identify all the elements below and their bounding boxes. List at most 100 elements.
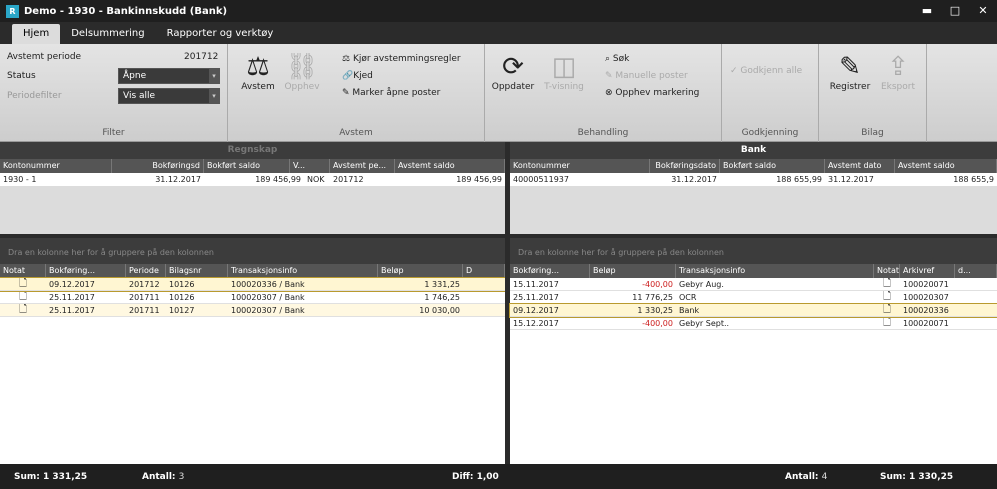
column-header[interactable]: Bokføringsd — [112, 159, 204, 173]
document-icon[interactable]: 🗋 — [874, 278, 900, 290]
ribbon: Avstemt periode 201712 Status Åpne ▾ Peri… — [0, 44, 997, 142]
cell: 100020307 — [903, 293, 949, 302]
table-row[interactable]: 15.12.2017 -400,00 Gebyr Sept.. 🗋 100020… — [510, 317, 997, 330]
regnskap-header: Kontonummer Bokføringsd Bokført saldo V.… — [0, 159, 505, 173]
column-header[interactable]: Bokføring... — [46, 264, 126, 278]
check-circle-icon: ✓ — [730, 66, 741, 76]
eksport-button[interactable]: ⇪ Eksport — [877, 52, 919, 92]
scale-icon: ⚖ — [342, 54, 353, 64]
regnskap-trans-header: Notat Bokføring... Periode Bilagsnr Tran… — [0, 264, 505, 278]
column-header[interactable]: V... — [290, 159, 330, 173]
regnskap-title: Regnskap — [0, 142, 505, 159]
close-icon[interactable]: ✕ — [969, 0, 997, 22]
cell: 100020071 — [903, 319, 949, 328]
pencil-icon: ✎ — [605, 71, 616, 81]
periodefilter-select[interactable]: Vis alle ▾ — [118, 88, 220, 104]
diff-label: Diff: — [452, 472, 474, 482]
avstem-group: ⚖ Avstem ⛓ Opphev ⚖ Kjør avstemmingsregler… — [228, 44, 485, 142]
column-header[interactable]: Beløp — [378, 264, 463, 278]
link-icon: 🔗 — [342, 71, 354, 81]
column-header[interactable]: Avstemt saldo — [895, 159, 997, 173]
document-icon[interactable]: 🗋 — [0, 278, 46, 290]
minimize-icon[interactable]: ▬ — [913, 0, 941, 22]
sum-right-value: 1 330,25 — [909, 472, 954, 482]
table-row[interactable]: 09.12.2017 1 330,25 Bank 🗋 100020336 — [509, 303, 997, 318]
godkjenn-alle-button[interactable]: ✓ Godkjenn alle — [730, 66, 802, 76]
app-icon: R — [6, 4, 19, 18]
column-header[interactable]: Periode — [126, 264, 166, 278]
table-row[interactable]: 1930 - 1 31.12.2017 189 456,99 NOK 20171… — [0, 173, 505, 186]
column-header[interactable]: Arkivref — [900, 264, 955, 278]
marker-apne-poster-button[interactable]: ✎ Marker åpne poster — [342, 88, 440, 98]
cell: 1 330,25 — [637, 306, 673, 315]
table-row[interactable]: 40000511937 31.12.2017 188 655,99 31.12.… — [510, 173, 997, 186]
column-header[interactable]: Bokført saldo — [204, 159, 290, 173]
opphev-markering-button[interactable]: ⊗ Opphev markering — [605, 88, 699, 98]
document-icon[interactable]: 🗋 — [874, 291, 900, 303]
column-header[interactable]: Notat — [874, 264, 900, 278]
sum-right: Sum: 1 330,25 — [880, 472, 953, 482]
column-header[interactable]: d... — [955, 264, 997, 278]
window-title: Demo - 1930 - Bankinnskudd (Bank) — [24, 5, 228, 17]
kjed-button[interactable]: 🔗Kjed — [342, 71, 373, 81]
tab-hjem[interactable]: Hjem — [12, 24, 61, 44]
table-row[interactable]: 15.11.2017 -400,00 Gebyr Aug. 🗋 10002007… — [510, 278, 997, 291]
document-icon[interactable]: 🗋 — [0, 304, 46, 316]
document-icon[interactable]: 🗋 — [874, 317, 900, 329]
manuelle-poster-button[interactable]: ✎ Manuelle poster — [605, 71, 688, 81]
column-header[interactable]: Avstemt pe... — [330, 159, 395, 173]
opphev-button[interactable]: ⛓ Opphev — [282, 52, 322, 92]
antall-left-label: Antall: — [142, 472, 176, 482]
group-by-area[interactable]: Dra en kolonne her for å gruppere på den… — [510, 238, 997, 264]
oppdater-button[interactable]: ⟳ Oppdater — [491, 52, 535, 92]
manuelle-label: Manuelle poster — [615, 71, 688, 81]
maximize-icon[interactable]: □ — [941, 0, 969, 22]
sok-button[interactable]: ⌕ Søk — [605, 54, 629, 64]
column-header[interactable]: Beløp — [590, 264, 676, 278]
avstemt-periode-value: 201712 — [184, 52, 219, 62]
column-header[interactable]: Bokført saldo — [720, 159, 825, 173]
title-bar: R Demo - 1930 - Bankinnskudd (Bank) ▬ □ … — [0, 0, 997, 22]
column-header[interactable]: Avstemt dato — [825, 159, 895, 173]
document-icon[interactable]: 🗋 — [0, 291, 46, 303]
sum-left: Sum: 1 331,25 — [14, 472, 87, 482]
column-header[interactable]: D — [463, 264, 505, 278]
column-header[interactable]: Avstemt saldo — [395, 159, 505, 173]
table-row[interactable]: 🗋 25.11.2017 201711 10126 100020307 / Ba… — [0, 291, 505, 304]
filter-group-label: Filter — [102, 128, 125, 138]
tab-rapporter[interactable]: Rapporter og verktøy — [156, 24, 285, 44]
tab-delsummering[interactable]: Delsummering — [60, 24, 155, 44]
column-header[interactable]: Bilagsnr — [166, 264, 228, 278]
eksport-label: Eksport — [880, 82, 916, 92]
cell: 201711 — [129, 306, 160, 315]
kjor-avstemmingsregler-button[interactable]: ⚖ Kjør avstemmingsregler — [342, 54, 461, 64]
group-by-area[interactable]: Dra en kolonne her for å gruppere på den… — [0, 238, 505, 264]
cell: Gebyr Aug. — [679, 280, 724, 289]
column-header[interactable]: Kontonummer — [0, 159, 112, 173]
avstem-button[interactable]: ⚖ Avstem — [238, 52, 278, 92]
column-header[interactable]: Notat — [0, 264, 46, 278]
table-row[interactable]: 🗋 25.11.2017 201711 10127 100020307 / Ba… — [0, 304, 505, 317]
column-header[interactable]: Kontonummer — [510, 159, 650, 173]
sum-left-label: Sum: — [14, 472, 40, 482]
scale-icon: ⚖ — [246, 52, 270, 82]
regnskap-account-grid: 1930 - 1 31.12.2017 189 456,99 NOK 20171… — [0, 173, 505, 234]
column-header[interactable]: Bokføringsdato — [650, 159, 720, 173]
status-select[interactable]: Åpne ▾ — [118, 68, 220, 84]
behandling-group: ⟳ Oppdater ◫ T-visning ⌕ Søk ✎ Manuelle po… — [485, 44, 722, 142]
tvisning-button[interactable]: ◫ T-visning — [541, 52, 587, 92]
document-icon[interactable]: 🗋 — [874, 304, 900, 316]
table-row[interactable]: 🗋 09.12.2017 201712 10126 100020336 / Ba… — [0, 277, 506, 292]
column-header[interactable]: Bokføring... — [510, 264, 590, 278]
cell: 100020307 / Bank — [231, 293, 305, 302]
regnskap-trans-grid: 🗋 09.12.2017 201712 10126 100020336 / Ba… — [0, 277, 506, 478]
refresh-icon: ⟳ — [502, 52, 524, 82]
column-header[interactable]: Transaksjonsinfo — [228, 264, 378, 278]
table-row[interactable]: 25.11.2017 11 776,25 OCR 🗋 100020307 — [510, 291, 997, 304]
cell: 201712 — [129, 280, 160, 289]
registrer-button[interactable]: ✎ Registrer — [827, 52, 873, 92]
cell: Bank — [679, 306, 700, 315]
column-header[interactable]: Transaksjonsinfo — [676, 264, 874, 278]
sum-right-label: Sum: — [880, 472, 906, 482]
registrer-label: Registrer — [829, 82, 871, 92]
